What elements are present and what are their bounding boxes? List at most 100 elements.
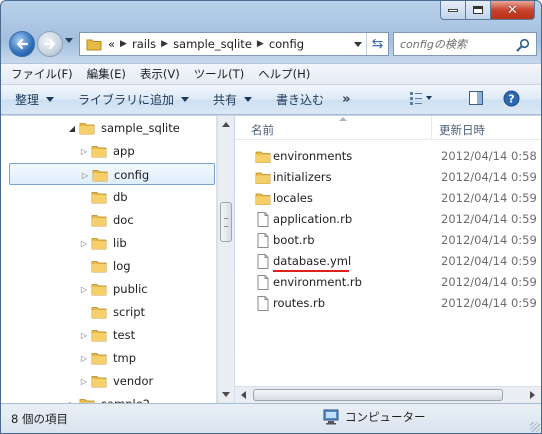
file-modified-date: 2012/04/14 0:59 [441, 170, 537, 184]
resize-grip[interactable] [530, 422, 540, 432]
tree-item[interactable]: ▷ app [1, 140, 216, 162]
more-commands-button[interactable]: » [342, 92, 350, 107]
breadcrumb-overflow[interactable]: « [108, 37, 115, 51]
breadcrumb-separator-icon[interactable]: ▶ [257, 39, 264, 49]
file-modified-date: 2012/04/14 0:58 [441, 149, 537, 163]
tree-item-label: app [113, 144, 135, 158]
command-label: 共有 [213, 93, 238, 107]
collapsed-arrow-icon[interactable]: ▷ [80, 170, 90, 180]
command-label: 書き込む [276, 93, 325, 107]
file-row[interactable]: boot.rb 2012/04/14 0:59 [235, 230, 541, 251]
tree-vertical-scrollbar[interactable] [217, 116, 234, 403]
collapsed-arrow-icon[interactable]: ▷ [79, 284, 89, 294]
column-header-name[interactable]: 名前 [251, 122, 274, 138]
tree-item[interactable]: ▷ vendor [1, 370, 216, 392]
file-name: environments [273, 149, 353, 163]
chevron-down-icon [181, 97, 190, 102]
file-row[interactable]: database.yml 2012/04/14 0:59 [235, 251, 541, 272]
tree-item-label: sample_sqlite [101, 121, 180, 135]
tree-item[interactable]: script [1, 301, 216, 323]
navigation-tree[interactable]: ◢ sample_sqlite ▷ app ▷ config db doc ▷ lib log ▷ pu… [1, 116, 217, 403]
collapsed-arrow-icon[interactable]: ▷ [79, 353, 89, 363]
command-button[interactable]: 共有 [213, 91, 253, 108]
minimize-button[interactable] [440, 1, 466, 20]
folder-icon [91, 261, 107, 273]
command-button[interactable]: ライブラリに追加 [78, 91, 190, 108]
file-row[interactable]: locales 2012/04/14 0:59 [235, 188, 541, 209]
column-divider[interactable] [431, 116, 432, 140]
list-horizontal-scrollbar[interactable] [235, 386, 541, 403]
scroll-left-icon[interactable] [241, 391, 246, 399]
scrollbar-thumb[interactable] [220, 202, 232, 242]
file-row[interactable]: initializers 2012/04/14 0:59 [235, 167, 541, 188]
folder-icon [91, 192, 107, 204]
tree-item[interactable]: log [1, 255, 216, 277]
tree-item-label: tmp [113, 351, 137, 365]
search-box[interactable] [393, 32, 537, 56]
status-bar: 8 個の項目 コンピューター [1, 403, 541, 433]
command-label: ライブラリに追加 [78, 93, 175, 107]
refresh-icon: ⇆ [371, 36, 384, 52]
view-options-button[interactable] [409, 90, 435, 106]
forward-button[interactable] [37, 31, 63, 57]
command-button[interactable]: 書き込む [276, 91, 324, 108]
breadcrumb-item[interactable]: config [269, 37, 304, 51]
command-button[interactable]: 整理 [15, 91, 55, 108]
scrollbar-thumb[interactable] [253, 389, 503, 401]
breadcrumb-separator-icon[interactable]: ▶ [161, 39, 168, 49]
collapsed-arrow-icon[interactable]: ▷ [79, 146, 89, 156]
tree-item[interactable]: ▷ public [1, 278, 216, 300]
breadcrumb-separator-icon[interactable]: ▶ [120, 39, 127, 49]
help-button[interactable]: ? [503, 90, 520, 107]
scroll-up-icon[interactable] [222, 122, 230, 127]
file-list[interactable]: 名前 更新日時 environments 2012/04/14 0:58 initi… [235, 116, 541, 403]
tree-item[interactable]: ▷ test [1, 324, 216, 346]
scroll-down-icon[interactable] [222, 392, 230, 397]
column-header-date[interactable]: 更新日時 [439, 122, 485, 138]
back-button[interactable] [9, 31, 35, 57]
menu-item[interactable]: 編集(E) [87, 66, 126, 82]
tree-item[interactable]: ▷sample2 [1, 393, 216, 403]
close-button[interactable]: ✕ [491, 1, 535, 20]
preview-pane-icon [469, 91, 483, 105]
tree-item[interactable]: doc [1, 209, 216, 231]
status-location-label: コンピューター [345, 410, 426, 424]
search-input[interactable] [400, 37, 512, 51]
refresh-button[interactable]: ⇆ [366, 33, 388, 55]
collapsed-arrow-icon[interactable]: ▷ [79, 330, 89, 340]
maximize-button[interactable] [466, 1, 491, 20]
folder-icon [91, 330, 107, 342]
menu-item[interactable]: ツール(T) [194, 66, 245, 82]
svg-text:?: ? [508, 93, 514, 106]
address-dropdown[interactable] [354, 42, 362, 47]
tree-item[interactable]: ▷ config [9, 163, 215, 185]
file-row[interactable]: application.rb 2012/04/14 0:59 [235, 209, 541, 230]
file-row[interactable]: environments 2012/04/14 0:58 [235, 146, 541, 167]
file-icon [257, 233, 269, 248]
tree-item-label: script [113, 305, 146, 319]
breadcrumb-item[interactable]: rails [132, 37, 156, 51]
chevron-down-icon [244, 97, 253, 102]
folder-icon [91, 146, 107, 158]
folder-icon [79, 123, 95, 135]
tree-item[interactable]: ◢ sample_sqlite [1, 117, 216, 139]
file-icon [257, 296, 269, 311]
expanded-arrow-icon[interactable]: ◢ [67, 123, 77, 133]
breadcrumb-item[interactable]: sample_sqlite [173, 37, 252, 51]
file-row[interactable]: routes.rb 2012/04/14 0:59 [235, 293, 541, 314]
scroll-right-icon[interactable] [530, 391, 535, 399]
recent-pages-dropdown[interactable] [65, 38, 73, 43]
address-bar[interactable]: « ▶ rails ▶ sample_sqlite ▶ config ⇆ [79, 32, 389, 56]
tree-item[interactable]: db [1, 186, 216, 208]
tree-item[interactable]: ▷ lib [1, 232, 216, 254]
tree-item[interactable]: ▷ tmp [1, 347, 216, 369]
menu-item[interactable]: ファイル(F) [11, 66, 73, 82]
preview-pane-button[interactable] [468, 90, 484, 106]
tree-item-label: public [113, 282, 148, 296]
collapsed-arrow-icon[interactable]: ▷ [79, 376, 89, 386]
menu-item[interactable]: 表示(V) [140, 66, 180, 82]
folder-icon [255, 172, 271, 184]
file-row[interactable]: environment.rb 2012/04/14 0:59 [235, 272, 541, 293]
menu-item[interactable]: ヘルプ(H) [258, 66, 310, 82]
collapsed-arrow-icon[interactable]: ▷ [79, 238, 89, 248]
